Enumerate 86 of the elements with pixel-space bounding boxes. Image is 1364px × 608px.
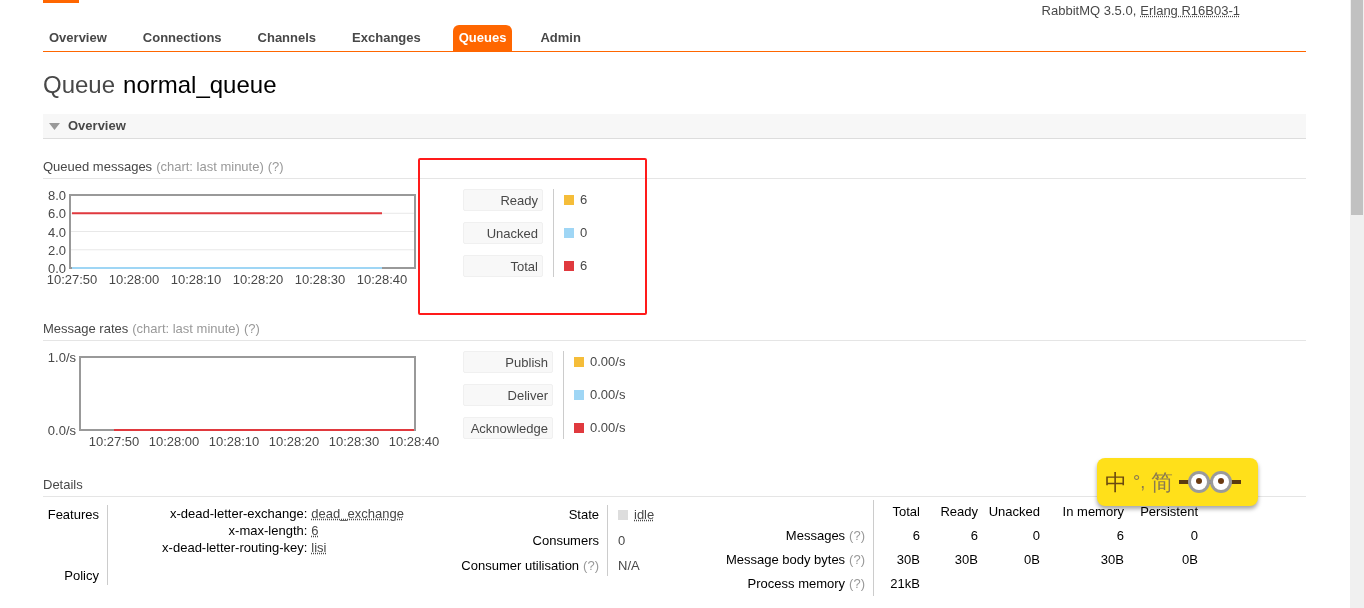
column-header: Persistent bbox=[1139, 503, 1198, 521]
x-tick-label: 10:28:20 bbox=[268, 434, 320, 449]
field-value: 0 bbox=[618, 531, 627, 550]
y-tick-label: 4.0 bbox=[47, 224, 66, 240]
column-header: Unacked bbox=[987, 503, 1040, 521]
table-cell-text: 0B bbox=[1181, 551, 1198, 569]
table-cell-text: 30B bbox=[953, 551, 978, 569]
nav-tab[interactable]: Exchanges bbox=[348, 25, 425, 51]
feature-key: x-max-length: bbox=[128, 522, 308, 539]
feature-value[interactable]: dead_exchange bbox=[311, 505, 438, 522]
legend-label: Publish bbox=[463, 351, 553, 373]
ime-button[interactable]: 简 bbox=[1151, 465, 1174, 499]
x-tick-label: 10:27:50 bbox=[88, 434, 140, 449]
nav-tab[interactable]: Connections bbox=[138, 25, 226, 51]
legend-label: Total bbox=[463, 255, 543, 277]
field-label: Consumers bbox=[532, 531, 599, 550]
table-cell-text: 0B bbox=[1023, 551, 1040, 569]
legend-label: Ready bbox=[463, 189, 543, 211]
state-value[interactable]: idle bbox=[634, 505, 655, 525]
row-label: Messages bbox=[785, 527, 846, 545]
x-tick-label: 10:28:10 bbox=[208, 434, 260, 449]
field-label: State bbox=[568, 506, 599, 524]
x-tick-label: 10:28:30 bbox=[294, 272, 346, 286]
feature-value[interactable]: 6 bbox=[311, 522, 438, 539]
field-value: N/A bbox=[618, 557, 641, 575]
legend-label: Acknowledge bbox=[463, 417, 553, 439]
y-tick-label: 0.0/s bbox=[47, 423, 76, 438]
legend-label: Unacked bbox=[463, 222, 543, 244]
ime-button[interactable]: 中 bbox=[1105, 465, 1127, 499]
legend-value: 0.00/s bbox=[590, 353, 626, 372]
x-tick-label: 10:28:40 bbox=[356, 272, 408, 286]
nav-tab[interactable]: Channels bbox=[253, 25, 321, 51]
queue-name: normal_queue bbox=[123, 70, 277, 100]
legend-value: 0.00/s bbox=[590, 386, 626, 405]
feature-value[interactable]: lisi bbox=[311, 539, 438, 556]
scrollbar[interactable] bbox=[1350, 0, 1364, 608]
y-tick-label: 2.0 bbox=[47, 242, 66, 258]
table-cell-text: 30B bbox=[1099, 551, 1124, 569]
section-title: Overview bbox=[68, 117, 126, 136]
y-tick-label: 6.0 bbox=[47, 206, 66, 222]
field-label: Features bbox=[47, 506, 99, 524]
x-tick-label: 10:28:00 bbox=[148, 434, 200, 449]
chart-heading: Message rates bbox=[43, 319, 129, 338]
version-text: RabbitMQ 3.5.0, bbox=[1041, 2, 1137, 20]
page-title-label: Queue bbox=[43, 70, 116, 100]
section-heading: Details bbox=[43, 475, 83, 494]
nav-tab[interactable]: Admin bbox=[536, 25, 585, 51]
legend-label: Deliver bbox=[463, 384, 553, 406]
table-cell-text: 6 bbox=[911, 527, 920, 545]
field-label: Policy bbox=[64, 566, 99, 585]
ime-button[interactable]: °, bbox=[1133, 468, 1146, 496]
column-header: Total bbox=[891, 503, 920, 521]
legend-value: 0.00/s bbox=[590, 419, 626, 438]
row-label: Message body bytes bbox=[725, 551, 846, 569]
chart-note: (chart: last minute) bbox=[156, 157, 264, 176]
chart-heading: Queued messages bbox=[43, 157, 153, 176]
y-tick-label: 1.0/s bbox=[47, 350, 76, 365]
logo-icon bbox=[43, 0, 79, 3]
column-header: In memory bbox=[1061, 503, 1124, 521]
row-label: Process memory bbox=[747, 575, 846, 593]
collapse-icon[interactable] bbox=[49, 122, 60, 130]
x-tick-label: 10:28:30 bbox=[328, 434, 380, 449]
legend-value: 6 bbox=[580, 191, 588, 210]
ime-toolbar[interactable]: 中 °, 简 bbox=[1097, 458, 1258, 506]
x-tick-label: 10:28:00 bbox=[108, 272, 160, 286]
x-tick-label: 10:28:10 bbox=[170, 272, 222, 286]
table-cell-text: 21kB bbox=[889, 575, 920, 593]
x-tick-label: 10:28:20 bbox=[232, 272, 284, 286]
feature-key: x-dead-letter-routing-key: bbox=[128, 539, 308, 556]
column-header: Ready bbox=[939, 503, 978, 521]
chart-note: (chart: last minute) bbox=[132, 319, 240, 338]
table-cell-text: 6 bbox=[1115, 527, 1124, 545]
table-cell-text: 6 bbox=[969, 527, 978, 545]
y-tick-label: 8.0 bbox=[47, 188, 66, 203]
table-cell-text: 0 bbox=[1189, 527, 1198, 545]
x-tick-label: 10:28:40 bbox=[388, 434, 440, 449]
state-icon bbox=[618, 509, 628, 520]
nav-tab[interactable]: Overview bbox=[45, 25, 111, 51]
field-label: Consumer utilisation bbox=[461, 557, 580, 575]
goggles-icon bbox=[1179, 470, 1242, 494]
table-cell-text: 30B bbox=[895, 551, 920, 569]
erlang-version-link[interactable]: Erlang R16B03-1 bbox=[1140, 1, 1240, 24]
feature-key: x-dead-letter-exchange: bbox=[128, 505, 308, 522]
table-cell-text: 0 bbox=[1031, 527, 1040, 545]
legend-value: 0 bbox=[580, 224, 588, 243]
legend-value: 6 bbox=[580, 257, 588, 276]
